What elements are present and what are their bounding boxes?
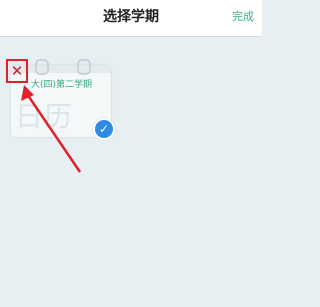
arrow-head: [21, 85, 34, 101]
pointer-arrow: [21, 85, 82, 173]
arrow-shaft: [25, 93, 82, 173]
